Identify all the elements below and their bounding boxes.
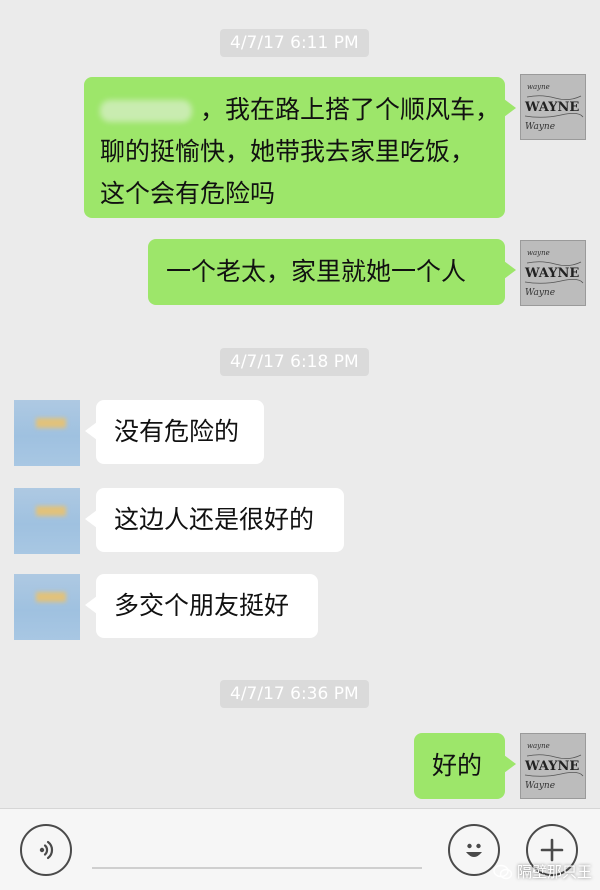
contact-message-bubble[interactable]: 这边人还是很好的 [85,488,344,552]
svg-text:wayne: wayne [527,249,550,257]
contact-avatar[interactable] [14,488,80,554]
contact-message-bubble[interactable]: 没有危险的 [85,400,264,464]
avatar-blur-patch [36,506,66,516]
message-line: 好的 [432,751,483,780]
input-bar: 隔壁那只王 [0,808,600,890]
voice-button[interactable] [20,824,72,876]
avatar-blur-patch [36,592,66,602]
message-line: 聊的挺愉快，她带我去家里吃饭， [100,137,476,166]
svg-text:WAYNE: WAYNE [524,266,579,281]
svg-text:wayne: wayne [527,83,550,91]
message-line: 没有危险的 [114,417,240,446]
contact-avatar[interactable] [14,400,80,466]
watermark-text: 隔壁那只王 [516,863,592,881]
my-avatar[interactable]: wayne WAYNE Wayne [520,733,586,799]
svg-text:wayne: wayne [527,742,550,750]
svg-text:Wayne: Wayne [525,288,555,298]
my-message-bubble[interactable]: ，我在路上搭了个顺风车， 聊的挺愉快，她带我去家里吃饭， 这个会有危险吗 [84,77,516,218]
contact-message-bubble[interactable]: 多交个朋友挺好 [85,574,318,638]
my-avatar[interactable]: wayne WAYNE Wayne [520,74,586,140]
avatar-blur-patch [36,418,66,428]
message-line: 这边人还是很好的 [114,505,315,534]
svg-text:Wayne: Wayne [525,781,555,791]
message-line: 多交个朋友挺好 [114,591,290,620]
watermark: 隔壁那只王 [493,861,592,882]
svg-text:WAYNE: WAYNE [524,759,579,774]
svg-text:WAYNE: WAYNE [524,100,579,115]
message-line: ，我在路上搭了个顺风车， [100,89,500,131]
my-message-bubble[interactable]: 一个老太，家里就她一个人 [148,239,516,305]
contact-avatar[interactable] [14,574,80,640]
voice-icon [39,840,54,860]
timestamp: 4/7/17 6:18 PM [220,348,369,376]
plus-icon [540,838,564,862]
wechat-logo-icon [493,864,513,879]
redacted-name [100,100,192,122]
message-line: 这个会有危险吗 [100,179,276,208]
timestamp: 4/7/17 6:36 PM [220,680,369,708]
timestamp: 4/7/17 6:11 PM [220,29,369,57]
svg-text:Wayne: Wayne [525,122,555,132]
my-avatar[interactable]: wayne WAYNE Wayne [520,240,586,306]
message-line: 一个老太，家里就她一个人 [166,257,467,286]
my-message-bubble[interactable]: 好的 [414,733,516,799]
chat-area[interactable]: 4/7/17 6:11 PM ，我在路上搭了个顺风车， 聊的挺愉快，她带我去家里… [0,0,600,808]
emoji-icon [466,843,482,857]
message-input[interactable] [92,867,422,869]
